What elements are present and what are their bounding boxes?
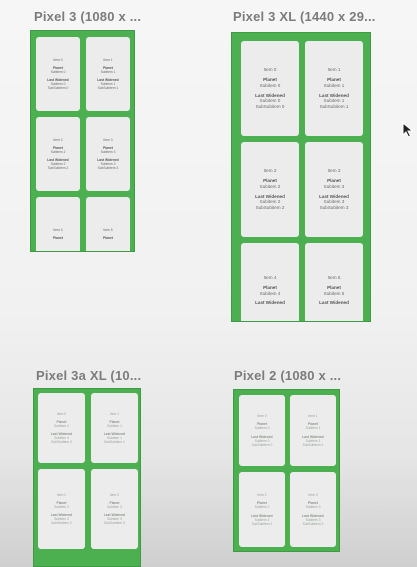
card-item-label: Item 4	[263, 275, 277, 281]
grid-card[interactable]: Item 5 Planet	[86, 197, 130, 251]
card-item-label: Item 0	[257, 414, 267, 419]
card-item-label: Item 3	[103, 137, 113, 142]
card-subitem-label: Subitem 0	[259, 82, 281, 88]
card-last-widened-label: Last Widened	[319, 300, 349, 306]
card-grid: Item 0 Planet Subitem 0 Last Widened Subitem…	[239, 395, 336, 547]
card-subsubitem-detail: SubSubitem 1	[104, 440, 125, 445]
card-item-label: Item 3	[327, 168, 341, 174]
card-last-widened-label: Last Widened	[255, 300, 285, 306]
card-subsubitem-detail: SubSubitem 0	[51, 440, 72, 445]
grid-card[interactable]: Item 3 Planet Subitem 3 Last Widened Subitem…	[305, 142, 363, 237]
grid-card[interactable]: Item 5 Planet Subitem 5 Last Widened	[305, 243, 363, 321]
grid-card[interactable]: Item 0 Planet Subitem 0 Last Widened Subitem…	[241, 41, 299, 136]
device-preview-pixel3xl[interactable]: Item 0 Planet Subitem 0 Last Widened Subitem…	[231, 32, 371, 322]
device-title-pixel3: Pixel 3 (1080 x ...	[34, 9, 142, 24]
device-title-pixel3xl: Pixel 3 XL (1440 x 29...	[233, 9, 376, 24]
card-subsubitem-detail: SubSubitem 0	[47, 86, 69, 91]
grid-card[interactable]: Item 2 Planet Subitem 2 Last Widened Subitem…	[36, 117, 80, 191]
device-preview-pixel3axl[interactable]: Item 0 Planet Subitem 0 Last Widened Subitem…	[33, 388, 141, 567]
card-subitem-label: Subitem 3	[100, 149, 116, 154]
device-preview-pixel2[interactable]: Item 0 Planet Subitem 0 Last Widened Subitem…	[233, 389, 340, 552]
grid-card[interactable]: Item 0 Planet Subitem 0 Last Widened Subitem…	[239, 395, 285, 466]
card-subsubitem-detail: SubSubitem 0	[251, 442, 273, 447]
grid-card[interactable]: Item 0 Planet Subitem 0 Last Widened Subitem…	[36, 37, 80, 111]
card-subitem-label: Subitem 4	[259, 290, 281, 296]
card-item-label: Item 2	[53, 137, 63, 142]
device-preview-pixel3[interactable]: Item 0 Planet Subitem 0 Last Widened Subitem…	[30, 30, 135, 252]
grid-card[interactable]: Item 3 Planet Subitem 3 Last Widened Subitem…	[290, 472, 336, 547]
card-subsubitem-detail: SubSubitem 2	[51, 521, 72, 526]
card-subitem-label: Subitem 1	[100, 69, 116, 74]
card-subsubitem-detail: SubSubitem 1	[302, 442, 324, 447]
card-subsubitem-detail: SubSubitem 1	[319, 103, 349, 109]
grid-card[interactable]: Item 1 Planet Subitem 1 Last Widened Subitem…	[305, 41, 363, 136]
card-subsubitem-detail: SubSubitem 2	[47, 166, 69, 171]
card-subitem-label: Subitem 2	[54, 504, 69, 509]
card-item-label: Item 4	[53, 227, 63, 232]
grid-card[interactable]: Item 3 Planet Subitem 3 Last Widened Subitem…	[91, 469, 138, 549]
card-subsubitem-detail: SubSubitem 0	[255, 103, 285, 109]
card-planet-label: Planet	[53, 236, 63, 240]
card-grid: Item 0 Planet Subitem 0 Last Widened Subitem…	[36, 37, 130, 251]
mouse-pointer-icon	[402, 122, 414, 138]
card-subsubitem-detail: SubSubitem 3	[302, 521, 324, 526]
card-item-label: Item 0	[56, 411, 67, 416]
card-subitem-label: Subitem 1	[107, 423, 122, 428]
grid-card[interactable]: Item 2 Planet Subitem 2 Last Widened Subitem…	[241, 142, 299, 237]
card-subitem-label: Subitem 2	[50, 149, 66, 154]
card-subitem-label: Subitem 0	[54, 423, 69, 428]
card-item-label: Item 2	[263, 168, 277, 174]
card-subsubitem-detail: SubSubitem 2	[255, 204, 285, 210]
card-item-label: Item 1	[109, 411, 120, 416]
card-item-label: Item 0	[263, 67, 277, 73]
grid-card[interactable]: Item 1 Planet Subitem 1 Last Widened Subitem…	[86, 37, 130, 111]
card-subsubitem-detail: SubSubitem 1	[97, 86, 119, 91]
card-item-label: Item 5	[327, 275, 341, 281]
card-subitem-label: Subitem 1	[305, 426, 321, 431]
card-item-label: Item 2	[257, 493, 267, 498]
card-grid: Item 0 Planet Subitem 0 Last Widened Subitem…	[241, 41, 363, 321]
card-subitem-label: Subitem 2	[254, 505, 270, 510]
grid-card[interactable]: Item 1 Planet Subitem 1 Last Widened Subitem…	[91, 393, 138, 463]
card-subitem-label: Subitem 3	[323, 183, 345, 189]
card-item-label: Item 5	[103, 227, 113, 232]
card-item-label: Item 2	[56, 492, 67, 497]
grid-card[interactable]: Item 2 Planet Subitem 2 Last Widened Subitem…	[239, 472, 285, 547]
card-item-label: Item 3	[109, 492, 120, 497]
card-item-label: Item 0	[53, 57, 63, 62]
card-subitem-label: Subitem 3	[107, 504, 122, 509]
grid-card[interactable]: Item 2 Planet Subitem 2 Last Widened Subitem…	[38, 469, 85, 549]
card-subsubitem-detail: SubSubitem 3	[319, 204, 349, 210]
card-subitem-label: Subitem 2	[259, 183, 281, 189]
card-item-label: Item 1	[308, 414, 318, 419]
device-title-pixel2: Pixel 2 (1080 x ...	[234, 368, 342, 383]
grid-card[interactable]: Item 1 Planet Subitem 1 Last Widened Subitem…	[290, 395, 336, 466]
grid-card[interactable]: Item 0 Planet Subitem 0 Last Widened Subitem…	[38, 393, 85, 463]
card-subitem-label: Subitem 1	[323, 82, 345, 88]
card-item-label: Item 1	[327, 67, 341, 73]
card-grid: Item 0 Planet Subitem 0 Last Widened Subitem…	[38, 393, 138, 549]
card-item-label: Item 1	[103, 57, 113, 62]
card-subsubitem-detail: SubSubitem 2	[251, 521, 273, 526]
card-subsubitem-detail: SubSubitem 3	[104, 521, 125, 526]
card-subitem-label: Subitem 0	[254, 426, 270, 431]
grid-card[interactable]: Item 4 Planet Subitem 4 Last Widened	[241, 243, 299, 321]
device-title-pixel3axl: Pixel 3a XL (10...	[36, 368, 142, 383]
card-subitem-label: Subitem 5	[323, 290, 345, 296]
card-subitem-label: Subitem 3	[305, 505, 321, 510]
card-subitem-label: Subitem 0	[50, 69, 66, 74]
card-item-label: Item 3	[308, 493, 318, 498]
card-subsubitem-detail: SubSubitem 3	[97, 166, 119, 171]
grid-card[interactable]: Item 4 Planet	[36, 197, 80, 251]
grid-card[interactable]: Item 3 Planet Subitem 3 Last Widened Subitem…	[86, 117, 130, 191]
card-planet-label: Planet	[103, 236, 113, 240]
